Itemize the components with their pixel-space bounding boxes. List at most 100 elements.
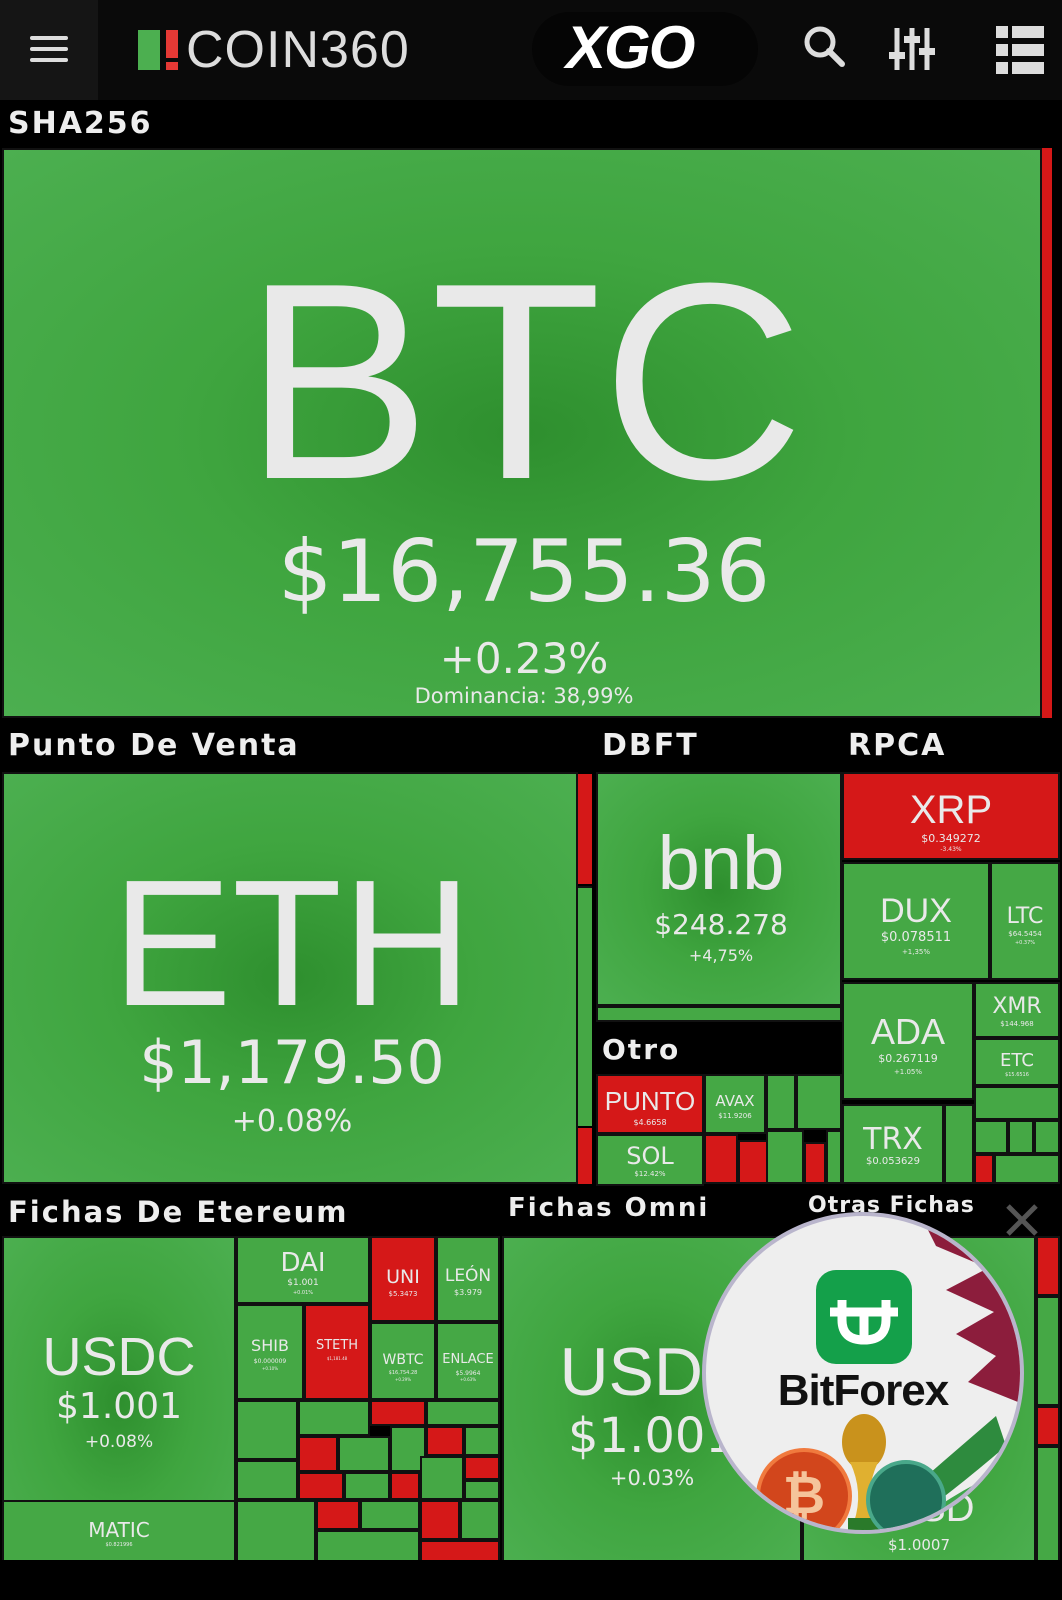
coin-symbol: DAI [280, 1248, 326, 1278]
coin-tile-small[interactable] [344, 1472, 390, 1500]
coin-tile-small[interactable] [704, 1134, 738, 1184]
coin-tile-small[interactable] [464, 1426, 500, 1456]
coin360-logo-icon[interactable] [138, 30, 180, 70]
coin-price: $15.6516 [1005, 1072, 1029, 1078]
coin-tile-small[interactable] [360, 1500, 420, 1530]
coin-price: $4.6658 [633, 1118, 667, 1127]
coin-symbol: SHIB [251, 1336, 289, 1355]
search-button[interactable] [800, 22, 850, 72]
coin-price: $1.0007 [887, 1536, 951, 1554]
coin-tile-small[interactable] [298, 1436, 338, 1472]
coin-tile-small[interactable] [390, 1472, 420, 1500]
coin-tile-sol[interactable]: SOL $12.42% [596, 1134, 704, 1186]
section-label-pos: Punto De Venta [8, 728, 300, 763]
coin-tile-small[interactable] [420, 1456, 464, 1500]
coin-tile-enlace[interactable]: ENLACE $5.9964 +0.63% [436, 1322, 500, 1400]
coin-price: $5.3473 [388, 1290, 418, 1298]
coin-tile-punto[interactable]: PUNTO $4.6658 [596, 1074, 704, 1134]
coin-tile-small[interactable] [298, 1472, 344, 1500]
bitforex-ad-bubble[interactable]: BitForex ₿ [702, 1212, 1024, 1534]
coin-price: $0.349272 [921, 832, 981, 845]
coin-tile-small[interactable] [944, 1104, 974, 1184]
coin-symbol: UNI [386, 1266, 420, 1288]
coin-price: $16,754.28 [388, 1370, 418, 1376]
coin-tile-ltc[interactable]: LTC $64.5454 +0.37% [990, 862, 1060, 980]
coin-price: $1.001 [287, 1278, 319, 1288]
coin-tile-eth[interactable]: ETH $1,179.50 +0.08% [2, 772, 578, 1184]
coin-tile-small[interactable] [316, 1500, 360, 1530]
coin-tile-small[interactable] [1008, 1120, 1034, 1154]
coin-tile-small[interactable] [596, 1006, 842, 1022]
coin-tile-small[interactable] [236, 1400, 298, 1460]
search-icon [804, 26, 845, 67]
coin-tile-small[interactable] [464, 1456, 500, 1480]
coin-tile-ada[interactable]: ADA $0.267119 +1.05% [842, 982, 974, 1100]
coin-price: $0.078511 [880, 930, 952, 945]
coin-tile-small[interactable] [1036, 1446, 1060, 1566]
coin-tile-small[interactable] [236, 1460, 298, 1500]
coin-tile-sliver[interactable] [1042, 148, 1052, 718]
ad-brand-text: BitForex [777, 1366, 949, 1415]
coin-tile-small[interactable] [578, 1128, 592, 1184]
coin-tile-small[interactable] [766, 1130, 804, 1184]
coin-tile-small[interactable] [426, 1400, 500, 1426]
coin-symbol: ETH [112, 843, 472, 1044]
coin-price: $144.968 [1000, 1020, 1034, 1028]
coin-tile-wbtc[interactable]: WBTC $16,754.28 +0.29% [370, 1322, 436, 1400]
coin-tile-small[interactable] [1036, 1236, 1060, 1296]
coin-tile-small[interactable] [464, 1480, 500, 1500]
section-label-erc: Fichas De Etereum [8, 1195, 349, 1229]
coin-tile-avax[interactable]: AVAX $11.9206 [704, 1074, 766, 1134]
logo-text[interactable]: COIN360 [186, 22, 410, 78]
coin-tile-small[interactable] [1034, 1120, 1060, 1154]
coin-tile-small[interactable] [974, 1120, 1008, 1154]
coin-tile-small[interactable] [974, 1086, 1060, 1120]
coin-tile-small[interactable] [298, 1400, 370, 1436]
coin-tile-xmr[interactable]: XMR $144.968 [974, 982, 1060, 1038]
coin-tile-small[interactable] [994, 1154, 1060, 1184]
coin-change: +0.08% [231, 1104, 353, 1139]
coin-tile-small[interactable] [1036, 1406, 1060, 1446]
promo-text[interactable]: XGO [566, 16, 695, 80]
coin-tile-shib[interactable]: SHIB $0.000009 +0.10% [236, 1304, 304, 1400]
hamburger-menu-button[interactable] [0, 0, 98, 100]
filter-button[interactable] [888, 24, 936, 74]
coin-symbol: XMR [992, 994, 1042, 1019]
coin-tile-small[interactable] [236, 1500, 316, 1566]
list-view-icon [996, 26, 1044, 74]
coin-tile-small[interactable] [766, 1074, 796, 1130]
coin-tile-btc[interactable]: BTC $16,755.36 +0.23% Dominancia: 38,99% [2, 148, 1042, 718]
list-view-button[interactable] [996, 26, 1044, 74]
coin-tile-dux[interactable]: DUX $0.078511 +1,35% [842, 862, 990, 980]
coin-tile-matic[interactable]: MATIC $0.821996 [2, 1500, 236, 1566]
coin-tile-bnb[interactable]: bnb $248.278 +4,75% [596, 772, 842, 1006]
coin-tile-small[interactable] [974, 1154, 994, 1184]
coin-price: $3.979 [454, 1288, 482, 1297]
coin-change: +1,35% [901, 948, 931, 956]
coin-tile-small[interactable] [1036, 1296, 1060, 1406]
coin-tile-small[interactable] [738, 1140, 768, 1184]
coin-tile-dai[interactable]: DAI $1.001 +0.01% [236, 1236, 370, 1304]
coin-tile-small[interactable] [796, 1074, 842, 1130]
coin-tile-small[interactable] [420, 1500, 460, 1540]
coin-symbol: LTC [1006, 904, 1044, 929]
coin-symbol: LEÓN [444, 1266, 492, 1286]
coin-tile-small[interactable] [426, 1426, 464, 1456]
coin-price: $248.278 [654, 908, 788, 941]
coin-dominance: Dominancia: 38,99% [414, 684, 634, 708]
coin-tile-trx[interactable]: TRX $0.053629 [842, 1104, 944, 1184]
coin-tile-leon[interactable]: LEÓN $3.979 [436, 1236, 500, 1322]
coin-tile-uni[interactable]: UNI $5.3473 [370, 1236, 436, 1322]
section-label-omni: Fichas Omni [508, 1193, 710, 1223]
coin-tile-small[interactable] [578, 886, 592, 1126]
coin-tile-etc[interactable]: ETC $15.6516 [974, 1038, 1060, 1086]
coin-tile-steth[interactable]: STETH $1,181.48 [304, 1304, 370, 1400]
coin-symbol: SOL [626, 1142, 674, 1170]
coin-tile-small[interactable] [578, 774, 592, 884]
coin-tile-small[interactable] [460, 1500, 500, 1540]
coin-tile-small[interactable] [338, 1436, 390, 1472]
coin-tile-small[interactable] [804, 1142, 826, 1184]
coin-tile-small[interactable] [370, 1400, 426, 1426]
coin-tile-small[interactable] [826, 1130, 842, 1184]
coin-tile-xrp[interactable]: XRP $0.349272 -3.43% [842, 772, 1060, 860]
